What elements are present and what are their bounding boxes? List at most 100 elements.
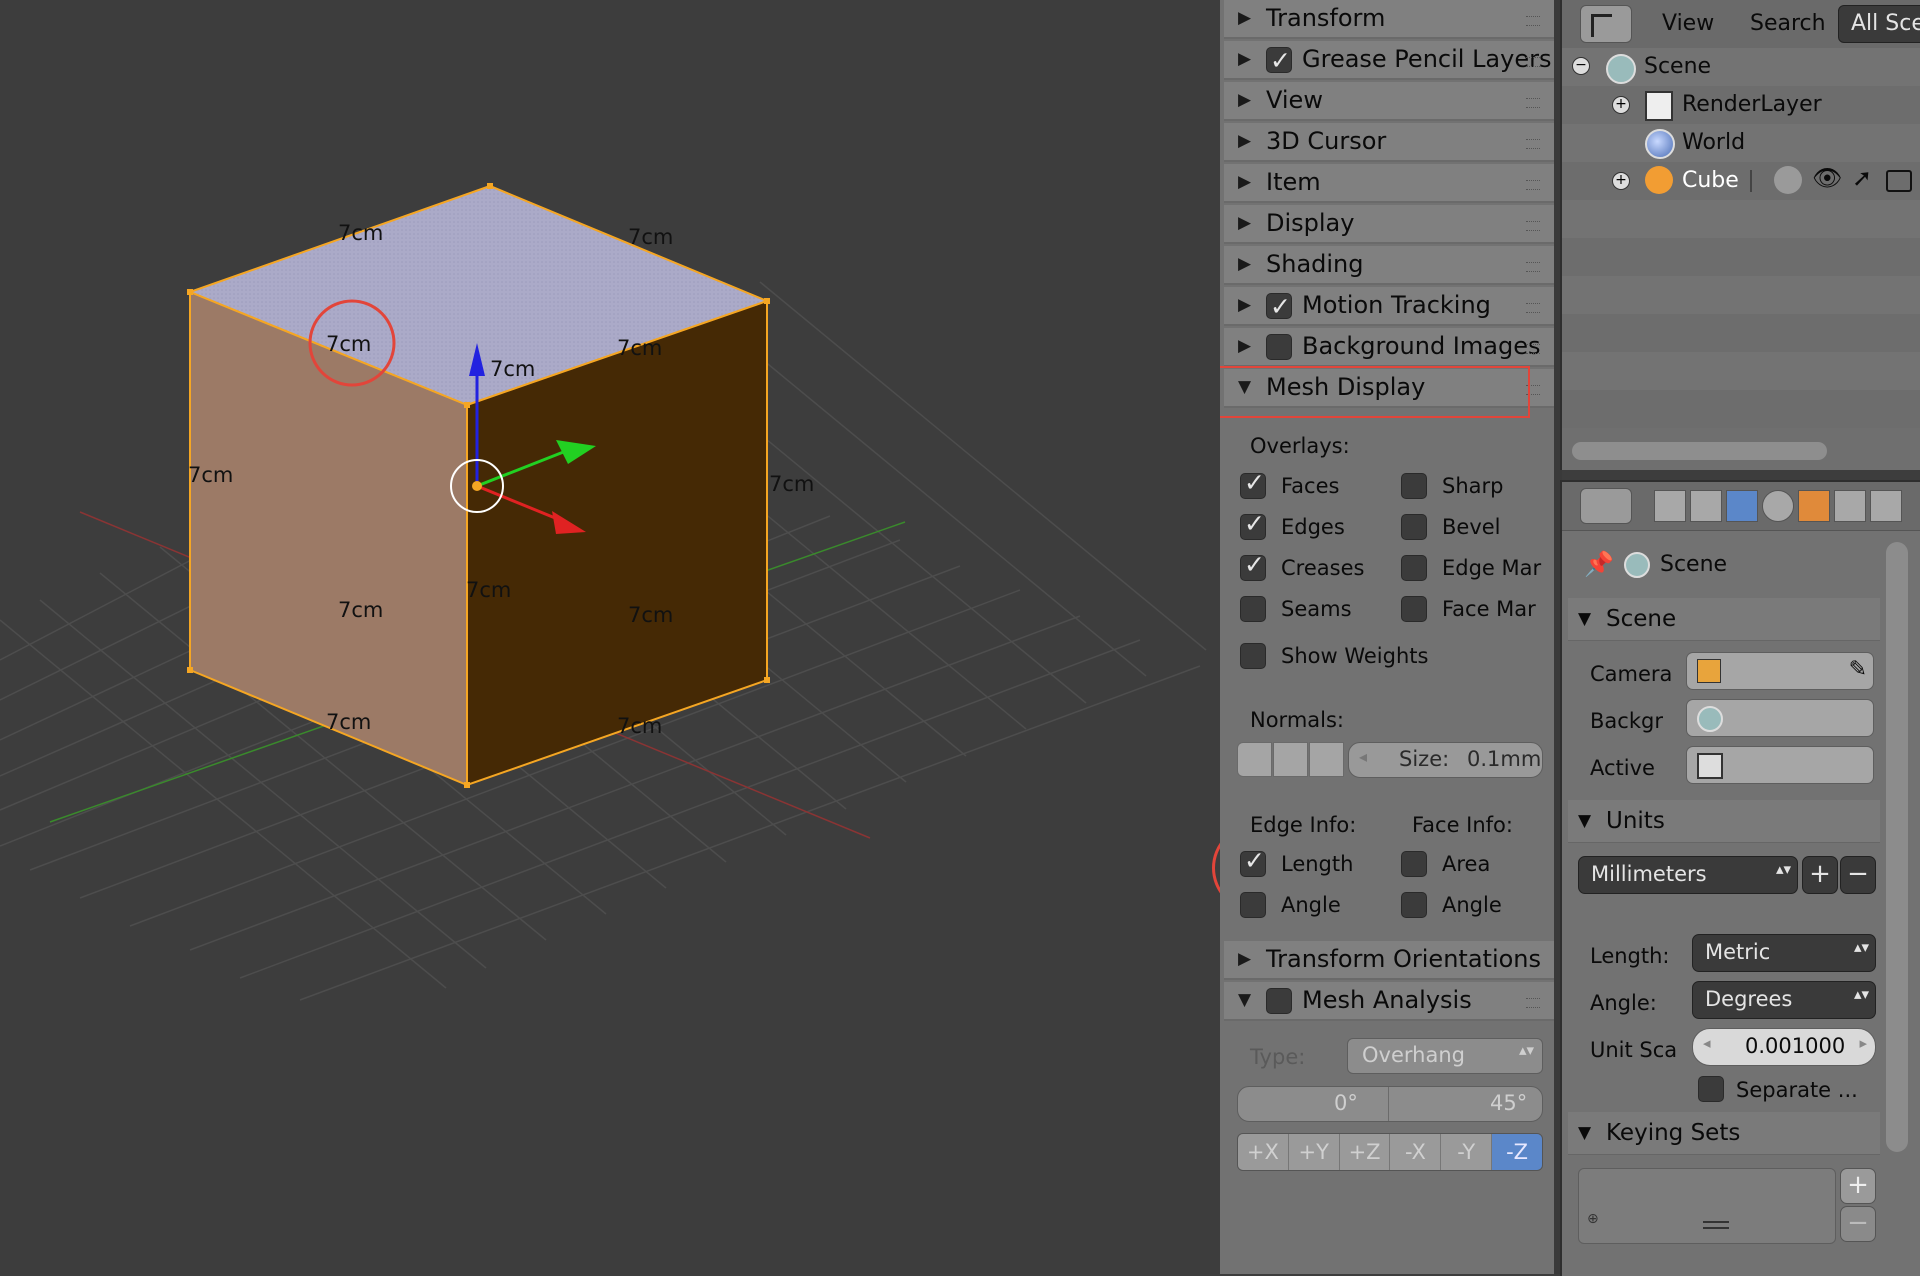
axis-plus-x-button[interactable]: +X [1238,1134,1289,1170]
keying-sets-list[interactable]: ⊕ [1578,1168,1836,1244]
camera-field[interactable]: ✎ [1686,652,1874,690]
axis-minus-z-button[interactable]: -Z [1492,1134,1542,1170]
keying-sets-section-header[interactable]: ▼ Keying Sets [1568,1112,1880,1155]
eye-icon[interactable]: 👁 [1812,164,1842,192]
3d-viewport[interactable]: 7cm 7cm 7cm 7cm 7cm 7cm 7cm 7cm 7cm 7cm … [0,0,1220,1274]
edges-checkbox[interactable] [1240,509,1266,540]
unit-preset-dropdown[interactable]: Millimeters ▴▾ [1578,856,1798,894]
axis-minus-x-button[interactable]: -X [1390,1134,1442,1170]
renderlayers-tab-icon[interactable] [1690,490,1722,522]
tree-row-cube[interactable]: + Cube 👁 ➚ [1562,162,1920,200]
object-tab-icon[interactable] [1798,490,1830,522]
remove-keying-set-button[interactable]: − [1840,1206,1876,1242]
tree-row-renderlayer[interactable]: + RenderLayer [1562,86,1920,124]
camera-render-icon[interactable] [1886,170,1912,192]
seams-checkbox[interactable] [1240,596,1266,622]
bevel-checkbox[interactable] [1401,514,1427,540]
panel-display[interactable]: ▶ Display [1224,205,1554,244]
creases-checkbox[interactable] [1240,550,1266,581]
horizontal-scrollbar[interactable] [1572,442,1827,460]
drag-grip-icon[interactable] [1526,344,1540,354]
drag-grip-icon[interactable] [1526,98,1540,108]
add-preset-button[interactable]: + [1802,856,1838,894]
view-menu[interactable]: View [1662,11,1714,36]
axis-plus-z-button[interactable]: +Z [1339,1134,1391,1170]
face-marks-checkbox[interactable] [1401,596,1427,622]
tree-row-scene[interactable]: − Scene [1562,48,1920,86]
grease-pencil-checkbox[interactable] [1266,42,1292,79]
pin-icon[interactable]: 📌 [1584,550,1614,578]
list-filter-icon[interactable]: ⊕ [1587,1211,1599,1227]
edge-angle-checkbox[interactable] [1240,892,1266,918]
panel-view[interactable]: ▶ View [1224,82,1554,121]
panel-grease-pencil[interactable]: ▶ Grease Pencil Layers [1224,41,1554,80]
add-keying-set-button[interactable]: + [1840,1168,1876,1204]
editor-type-button[interactable] [1580,488,1632,524]
expand-icon[interactable]: + [1612,96,1630,114]
world-tab-icon[interactable] [1762,490,1794,522]
background-images-checkbox[interactable] [1266,334,1292,360]
panel-shading[interactable]: ▶ Shading [1224,246,1554,285]
drag-grip-icon[interactable] [1526,303,1540,313]
scene-section-header[interactable]: ▼ Scene [1568,598,1880,641]
panel-3d-cursor[interactable]: ▶ 3D Cursor [1224,123,1554,162]
panel-item[interactable]: ▶ Item [1224,164,1554,203]
decrement-arrow-icon[interactable]: ◂ [1359,747,1367,766]
edge-marks-checkbox[interactable] [1401,555,1427,581]
units-section-header[interactable]: ▼ Units [1568,800,1880,843]
axis-plus-y-button[interactable]: +Y [1288,1134,1340,1170]
panel-mesh-analysis[interactable]: ▼ Mesh Analysis [1224,982,1554,1021]
drag-grip-icon[interactable] [1526,180,1540,190]
expand-icon[interactable]: + [1612,172,1630,190]
angle-range-field[interactable]: 0° 45° [1237,1086,1543,1122]
search-menu[interactable]: Search [1750,11,1826,36]
length-system-dropdown[interactable]: Metric ▴▾ [1692,934,1876,972]
remove-preset-button[interactable]: − [1840,856,1876,894]
display-mode-dropdown[interactable]: All Sce [1838,5,1920,43]
constraints-tab-icon[interactable] [1834,490,1866,522]
sharp-checkbox[interactable] [1401,473,1427,499]
modifiers-tab-icon[interactable] [1870,490,1902,522]
drag-grip-icon[interactable] [1526,57,1540,67]
eyedropper-icon[interactable]: ✎ [1849,657,1867,682]
split-normal-icon[interactable] [1273,742,1308,777]
drag-grip-icon[interactable] [1526,16,1540,26]
max-angle-value[interactable]: 45° [1490,1091,1527,1115]
list-resize-grip-icon[interactable] [1703,1221,1729,1229]
tree-row-world[interactable]: World [1562,124,1920,162]
angle-unit-dropdown[interactable]: Degrees ▴▾ [1692,981,1876,1019]
mesh-data-icon[interactable] [1774,166,1802,194]
panel-motion-tracking[interactable]: ▶ Motion Tracking [1224,287,1554,326]
analysis-type-dropdown[interactable]: Overhang ▴▾ [1347,1038,1543,1074]
show-weights-checkbox[interactable] [1240,643,1266,669]
face-normal-icon[interactable] [1309,742,1344,777]
drag-grip-icon[interactable] [1526,262,1540,272]
panel-transform-orientations[interactable]: ▶ Transform Orientations [1224,941,1554,980]
drag-grip-icon[interactable] [1526,221,1540,231]
drag-grip-icon[interactable] [1526,139,1540,149]
vertical-scrollbar[interactable] [1886,542,1908,1152]
vertex-normal-icon[interactable] [1237,742,1272,777]
separate-units-checkbox[interactable] [1698,1076,1724,1102]
unit-scale-field[interactable]: ◂ 0.001000 ▸ [1692,1028,1876,1066]
edge-length-checkbox[interactable] [1240,846,1266,877]
background-scene-field[interactable] [1686,699,1874,737]
drag-grip-icon[interactable] [1526,998,1540,1008]
scene-tab-icon[interactable] [1726,490,1758,522]
cursor-select-icon[interactable]: ➚ [1852,164,1872,192]
increment-arrow-icon[interactable]: ▸ [1859,1034,1867,1052]
face-angle-checkbox[interactable] [1401,892,1427,918]
face-area-checkbox[interactable] [1401,851,1427,877]
normals-size-field[interactable]: ◂ Size: 0.1mm [1348,742,1543,778]
active-clip-field[interactable] [1686,746,1874,784]
min-angle-value[interactable]: 0° [1334,1091,1358,1115]
mesh-analysis-checkbox[interactable] [1266,988,1292,1014]
render-tab-icon[interactable] [1654,490,1686,522]
faces-checkbox[interactable] [1240,468,1266,499]
editor-type-button[interactable] [1580,5,1632,43]
collapse-icon[interactable]: − [1572,57,1590,75]
axis-minus-y-button[interactable]: -Y [1441,1134,1493,1170]
panel-background-images[interactable]: ▶ Background Images [1224,328,1554,367]
panel-transform[interactable]: ▶ Transform [1224,0,1554,39]
motion-tracking-checkbox[interactable] [1266,288,1292,325]
